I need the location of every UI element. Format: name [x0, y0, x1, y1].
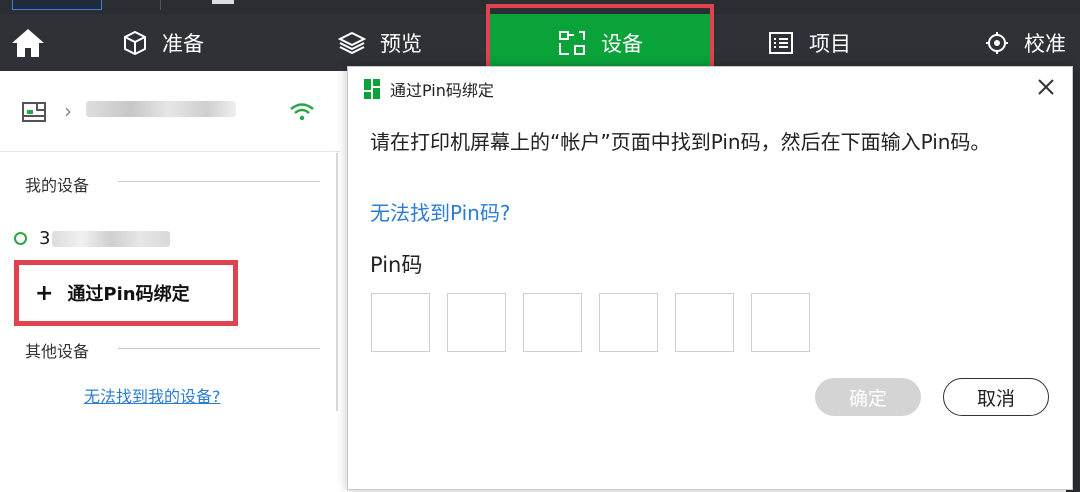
bind-via-pin-label: 通过Pin码绑定	[67, 284, 190, 305]
list-icon	[769, 31, 793, 54]
pin-digit-input[interactable]	[751, 293, 810, 352]
pin-label: Pin码	[370, 253, 423, 277]
pin-digit-input[interactable]	[371, 293, 430, 352]
device-list-item[interactable]: 3	[14, 228, 50, 249]
cant-find-pin-link[interactable]: 无法找到Pin码?	[370, 197, 510, 226]
cancel-button[interactable]: 取消	[943, 378, 1049, 416]
top-strip	[0, 0, 1080, 14]
nav-tab-label: 预览	[380, 31, 422, 56]
pin-digit-input[interactable]	[599, 293, 658, 352]
device-name-blurred	[52, 231, 170, 247]
top-strip-separator	[160, 0, 161, 10]
pin-digit-input[interactable]	[447, 293, 506, 352]
app-logo-icon	[364, 79, 380, 99]
device-name-blurred	[86, 101, 236, 117]
pin-bind-dialog: 通过Pin码绑定 请在打印机屏幕上的“帐户”页面中找到Pin码，然后在下面输入P…	[347, 66, 1073, 490]
pin-digit-input[interactable]	[675, 293, 734, 352]
close-icon[interactable]	[1036, 77, 1056, 97]
chevron-right-icon: ›	[64, 99, 72, 123]
home-icon[interactable]	[10, 26, 46, 60]
device-selector[interactable]: ›	[0, 71, 340, 152]
nav-tab-label: 设备	[601, 31, 643, 56]
main-nav-bar: 准备 预览 设备 项目 校准	[0, 14, 1080, 71]
wifi-icon	[289, 101, 315, 127]
my-devices-heading: 我的设备	[25, 176, 90, 195]
layers-icon	[338, 31, 366, 54]
device-icon	[559, 30, 585, 55]
printer-icon	[21, 101, 47, 127]
confirm-button[interactable]: 确定	[815, 378, 921, 416]
nav-tab-preview[interactable]: 预览	[338, 14, 422, 71]
divider	[118, 181, 320, 182]
dialog-title: 通过Pin码绑定	[390, 81, 494, 100]
nav-tab-calibrate[interactable]: 校准	[984, 14, 1066, 71]
online-status-icon	[14, 232, 27, 245]
nav-tab-label: 校准	[1024, 31, 1066, 56]
device-name: 3	[39, 228, 51, 249]
nav-tab-label: 准备	[162, 31, 204, 56]
nav-tab-prepare[interactable]: 准备	[122, 14, 204, 71]
divider	[118, 348, 320, 349]
cube-icon	[124, 30, 146, 55]
other-devices-heading: 其他设备	[25, 342, 90, 361]
cant-find-device-link[interactable]: 无法找到我的设备?	[84, 383, 221, 407]
nav-tab-project[interactable]: 项目	[767, 14, 851, 71]
device-sidebar: › 我的设备 3 + 通过Pin码绑定 其他设备 无法找到我的设备?	[0, 71, 340, 411]
top-strip-tab-2[interactable]	[212, 0, 234, 4]
dialog-instruction: 请在打印机屏幕上的“帐户”页面中找到Pin码，然后在下面输入Pin码。	[370, 130, 991, 154]
nav-tab-label: 项目	[809, 31, 851, 56]
bind-via-pin-button[interactable]: + 通过Pin码绑定	[14, 260, 238, 326]
pin-digit-input[interactable]	[523, 293, 582, 352]
plus-icon: +	[35, 280, 54, 306]
calibrate-icon	[986, 31, 1008, 54]
pin-input-group	[371, 293, 827, 352]
top-strip-tab[interactable]	[12, 0, 102, 10]
dialog-title-bar: 通过Pin码绑定	[362, 77, 494, 101]
nav-tab-device[interactable]: 设备	[490, 14, 710, 71]
